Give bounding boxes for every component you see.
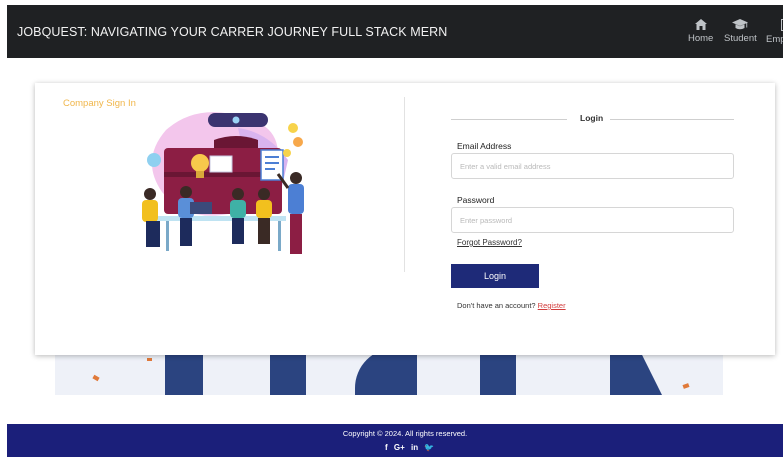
nav-links: Home Student Employer (684, 15, 783, 55)
nav-employer-label: Employer (766, 34, 783, 45)
signup-prompt-text: Don't have an account? (457, 301, 536, 310)
vertical-divider (404, 97, 405, 272)
google-plus-icon[interactable]: G+ (394, 443, 405, 452)
decor-leaf (92, 374, 100, 382)
decor-shape (610, 348, 662, 395)
email-label: Email Address (457, 141, 512, 151)
social-links: f G+ in 🐦 (385, 443, 438, 452)
home-icon (694, 19, 707, 30)
decor-leaf (147, 358, 152, 361)
decor-shape (355, 348, 417, 395)
facebook-icon[interactable]: f (385, 443, 388, 452)
copyright-text: Copyright © 2024. All rights reserved. (342, 429, 468, 438)
footer: Copyright © 2024. All rights reserved. f… (7, 424, 783, 457)
company-signin-title: Company Sign In (63, 98, 136, 109)
top-navbar: JOBQUEST: NAVIGATING YOUR CARRER JOURNEY… (7, 5, 783, 58)
nav-student[interactable]: Student (724, 15, 757, 44)
email-field[interactable] (451, 153, 734, 179)
heading-rule (451, 119, 567, 120)
nav-student-label: Student (724, 33, 757, 44)
forgot-password-link[interactable]: Forgot Password? (457, 238, 522, 247)
twitter-icon[interactable]: 🐦 (424, 443, 434, 452)
brand-title: JOBQUEST: NAVIGATING YOUR CARRER JOURNEY… (17, 25, 448, 39)
graduation-cap-icon (732, 19, 749, 30)
login-button[interactable]: Login (451, 264, 539, 288)
password-label: Password (457, 195, 495, 205)
password-field[interactable] (451, 207, 734, 233)
heading-rule (610, 119, 734, 120)
nav-home[interactable]: Home (688, 15, 713, 44)
decor-leaf (682, 383, 690, 389)
register-link[interactable]: Register (538, 301, 566, 310)
login-heading-text: Login (580, 113, 604, 123)
login-heading: Login (451, 113, 734, 125)
linkedin-icon[interactable]: in (411, 443, 418, 452)
signin-card: Company Sign In Login Email Address Ente… (35, 83, 775, 355)
nav-home-label: Home (688, 33, 714, 44)
signup-prompt: Don't have an account? Register (457, 301, 566, 310)
nav-employer[interactable]: Employer (766, 15, 783, 45)
teamwork-illustration (142, 112, 304, 254)
